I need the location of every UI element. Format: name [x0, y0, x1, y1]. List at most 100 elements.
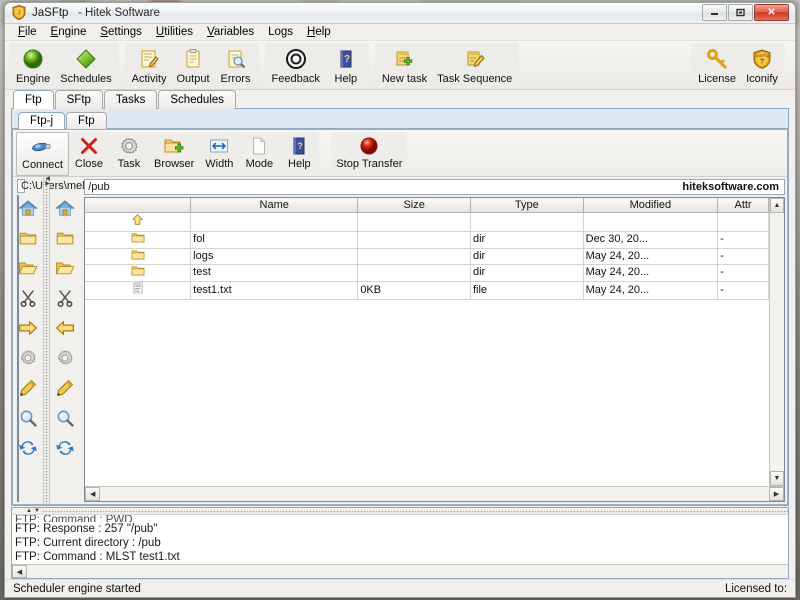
close-button[interactable]: ✕ [754, 4, 789, 21]
tab-tasks[interactable]: Tasks [104, 90, 157, 109]
remote-hscroll-left-button[interactable]: ◀ [85, 487, 100, 501]
local-hscroll-left-button[interactable]: ◀ [18, 487, 19, 501]
magnifier-action-button[interactable] [15, 405, 41, 431]
remote-col-modified[interactable]: Modified [583, 198, 717, 213]
remote-action-icon-column [50, 177, 80, 504]
width-button[interactable]: Width [199, 132, 239, 176]
menu-item-utilities[interactable]: Utilities [149, 24, 200, 40]
errors-button[interactable]: Errors [215, 44, 257, 85]
remote-col-name[interactable]: Name [191, 198, 358, 213]
gear-action-button[interactable] [52, 345, 78, 371]
log-hscroll-left-button[interactable]: ◀ [12, 565, 27, 578]
remote-header-row: Name Size Type Modified Attr [85, 198, 768, 213]
row-icon-cell [85, 231, 190, 248]
folder-open-action-button[interactable] [52, 255, 78, 281]
menu-label-variables: ariables [214, 26, 254, 38]
connect-button[interactable]: Connect [16, 132, 69, 176]
remote-col-size[interactable]: Size [358, 198, 471, 213]
scissors-action-button[interactable] [52, 285, 78, 311]
remote-col-type[interactable]: Type [470, 198, 583, 213]
output-button[interactable]: Output [171, 44, 214, 85]
toolbar-group-monitor: Activity Output [125, 43, 259, 89]
splitter-arrows[interactable]: ◀▶ [45, 177, 50, 187]
tab-schedules[interactable]: Schedules [158, 90, 236, 109]
toolbar-group-tasks: New task Task Sequence [375, 43, 519, 89]
table-row[interactable]: test1.txt0KBfileMay 24, 20...- [85, 282, 768, 300]
refresh-action-button[interactable] [15, 435, 41, 461]
pane-splitter[interactable]: ◀▶ [43, 177, 50, 504]
help-button[interactable]: ? Help [325, 44, 367, 85]
scissors-action-button[interactable] [15, 285, 41, 311]
iconify-button[interactable]: JaSFtp ? Iconify [741, 44, 783, 85]
row-attr-cell: - [718, 248, 769, 265]
minimize-button[interactable] [702, 4, 727, 21]
home-action-button[interactable] [15, 195, 41, 221]
remote-hscroll-right-button[interactable]: ▶ [769, 487, 784, 501]
tab-sftp[interactable]: SFtp [55, 90, 103, 109]
local-path-bar[interactable]: C:\Users\melvin [17, 179, 25, 193]
stop-transfer-button[interactable]: Stop Transfer [331, 132, 407, 176]
green-sphere-icon [22, 47, 44, 71]
new-note-plus-icon [393, 47, 415, 71]
task-sequence-button[interactable]: Task Sequence [432, 44, 517, 85]
menu-item-settings[interactable]: Settings [93, 24, 149, 40]
pencil-action-button[interactable] [15, 375, 41, 401]
row-name-cell: logs [191, 248, 358, 265]
refresh-action-button[interactable] [52, 435, 78, 461]
remote-scroll-down-button[interactable]: ▼ [770, 471, 784, 486]
arrow-right-action-button[interactable] [15, 315, 41, 341]
subtab-ftp[interactable]: Ftp [66, 112, 107, 129]
remote-scroll-track[interactable] [770, 213, 784, 471]
browser-button[interactable]: Browser [149, 132, 199, 176]
parent-directory-row[interactable] [85, 213, 768, 232]
folder-icon [56, 231, 74, 245]
menu-item-variables[interactable]: Variables [200, 24, 261, 40]
row-type-cell: file [470, 282, 583, 300]
menu-item-file[interactable]: File [11, 24, 44, 40]
remote-horizontal-scrollbar[interactable]: ◀ ▶ [85, 486, 784, 501]
folder-action-button[interactable] [15, 225, 41, 251]
subtab-ftp-j[interactable]: Ftp-j [18, 112, 65, 129]
collapse-down-icon[interactable]: ▼ [34, 508, 40, 514]
task-button[interactable]: Task [109, 132, 149, 176]
gear-action-button[interactable] [15, 345, 41, 371]
menu-item-help[interactable]: Help [300, 24, 338, 40]
folder-action-button[interactable] [52, 225, 78, 251]
folder-open-action-button[interactable] [15, 255, 41, 281]
log-hscroll-track[interactable] [27, 565, 788, 578]
menu-item-logs[interactable]: Logs [261, 24, 300, 40]
engine-button[interactable]: Engine [11, 44, 55, 85]
main-tab-bar: Ftp SFtp Tasks Schedules [5, 90, 795, 109]
remote-scroll-up-button[interactable]: ▲ [770, 198, 784, 213]
arrow-left-action-button[interactable] [52, 315, 78, 341]
pencil-action-button[interactable] [52, 375, 78, 401]
table-row[interactable]: logsdirMay 24, 20...- [85, 248, 768, 265]
remote-vertical-scrollbar[interactable]: ▲ ▼ [769, 198, 784, 486]
license-button[interactable]: License [693, 44, 741, 85]
table-row[interactable]: testdirMay 24, 20...- [85, 265, 768, 282]
feedback-button[interactable]: Feedback [267, 44, 325, 85]
remote-hscroll-track[interactable] [100, 487, 769, 501]
activity-button[interactable]: Activity [127, 44, 172, 85]
remote-path-bar[interactable]: /pub hiteksoftware.com [84, 179, 785, 195]
remote-col-icon[interactable] [85, 198, 190, 213]
ftp-help-button[interactable]: ? Help [279, 132, 319, 176]
maximize-button[interactable] [728, 4, 753, 21]
log-panel-grip[interactable]: ▲ ▼ [12, 508, 788, 515]
gear-icon [19, 349, 37, 367]
close-connection-button[interactable]: Close [69, 132, 109, 176]
new-task-button[interactable]: New task [377, 44, 432, 85]
schedules-button[interactable]: Schedules [55, 44, 116, 85]
home-action-button[interactable] [52, 195, 78, 221]
magnifier-action-button[interactable] [52, 405, 78, 431]
tab-ftp[interactable]: Ftp [13, 90, 54, 109]
row-modified-cell: Dec 30, 20... [583, 231, 717, 248]
menu-item-engine[interactable]: Engine [44, 24, 94, 40]
log-horizontal-scrollbar[interactable]: ◀ [12, 564, 788, 578]
screen: J JaSFtp - Hitek Software [0, 0, 800, 600]
table-row[interactable]: foldirDec 30, 20...- [85, 231, 768, 248]
mode-button[interactable]: Mode [239, 132, 279, 176]
remote-col-attr[interactable]: Attr [718, 198, 769, 213]
collapse-up-icon[interactable]: ▲ [26, 508, 32, 514]
menu-label-logs: Logs [268, 26, 293, 38]
